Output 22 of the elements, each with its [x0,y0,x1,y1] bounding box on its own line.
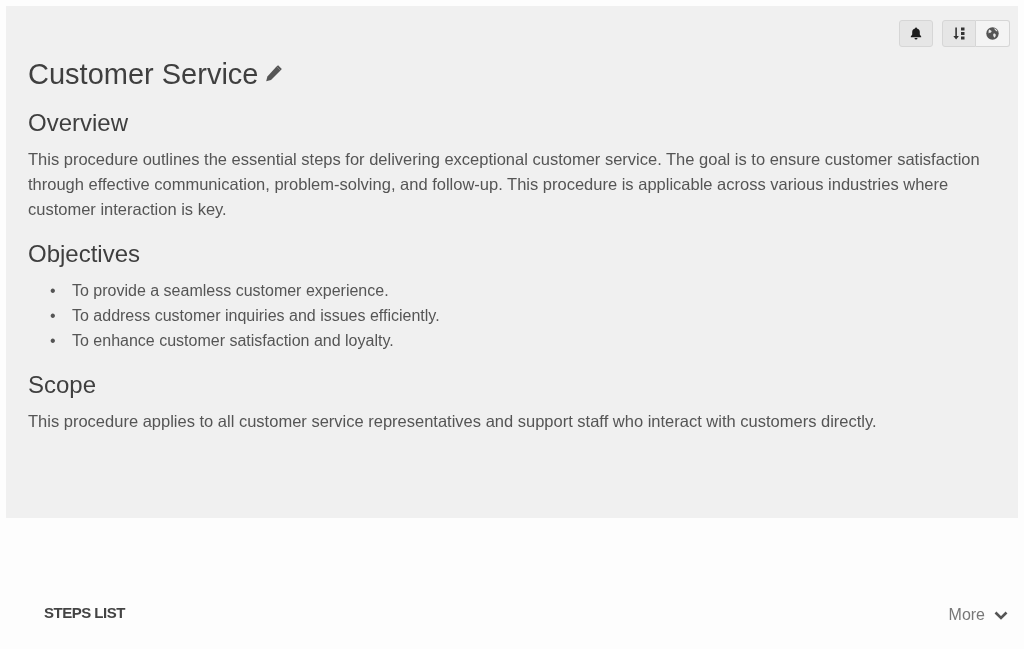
notification-button[interactable] [899,20,933,47]
bullet-item: To provide a seamless customer experience. [72,281,389,301]
section-heading: Scope [28,371,98,399]
list-bullet: • [50,281,57,301]
bullet-item: To enhance customer satisfaction and loyalty. [72,331,394,351]
list-bullet: • [50,331,57,351]
list-bullet: • [50,306,57,326]
sort-button[interactable] [942,20,976,47]
page-title: Customer Service [28,57,259,91]
section-heading: Objectives [28,240,142,268]
section-paragraph: This procedure applies to all customer service representatives and support staff who interact with customers directly. [28,411,878,432]
section-heading: Overview [28,109,130,137]
sort-icon [952,27,966,40]
language-button[interactable] [976,20,1010,47]
more-button[interactable]: More [948,604,1008,626]
globe-icon [986,27,999,40]
section-title: STEPS LIST [44,603,125,621]
bell-icon [910,27,922,40]
section-paragraph: This procedure outlines the essential steps for delivering exceptional customer service. The goal is to ensure customer satisfaction through effective communication, problem-solving, and follow-up. This procedure is applicable across various industries where customer interaction is key. [28,149,981,220]
pencil-icon[interactable] [264,65,283,83]
bullet-item: To address customer inquiries and issues efficiently. [72,306,440,326]
chevron-down-icon [994,610,1008,620]
